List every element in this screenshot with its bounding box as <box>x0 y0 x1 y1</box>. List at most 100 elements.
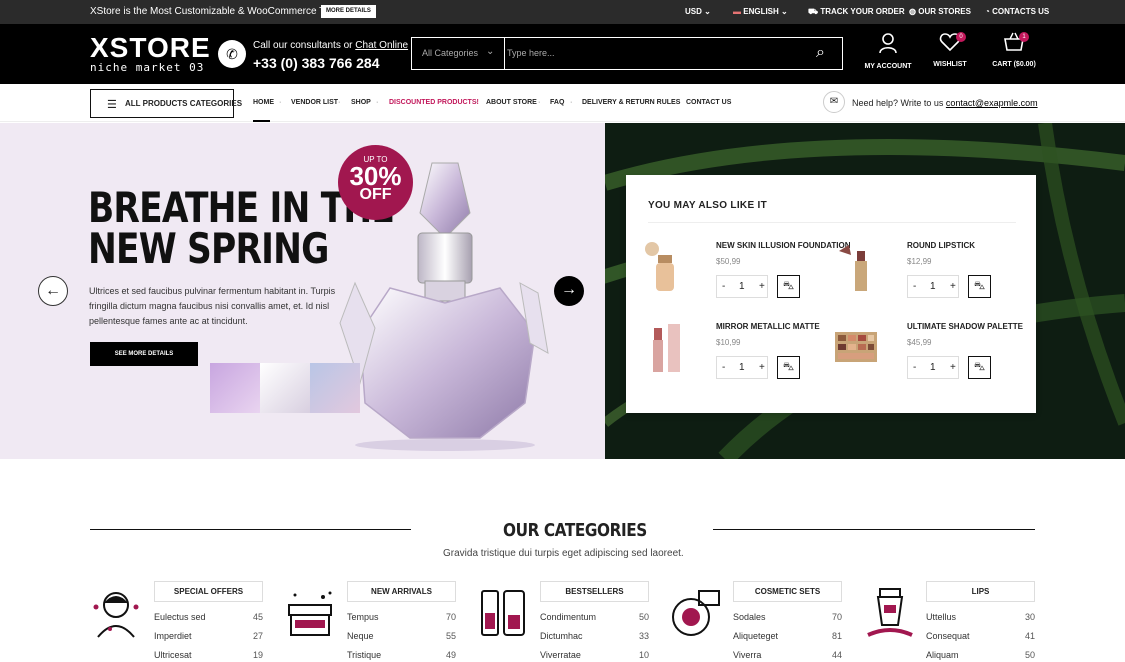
quantity-value[interactable]: 1 <box>930 281 936 292</box>
nav-about-store[interactable]: ABOUT STORE <box>486 99 537 106</box>
category-item-count: 55 <box>445 631 456 641</box>
category-pill[interactable]: COSMETIC SETS <box>733 581 842 602</box>
quantity-stepper: - 1 + <box>716 275 768 298</box>
nav-contact-us[interactable]: CONTACT US <box>686 99 731 106</box>
add-to-cart-button[interactable]: ⛍ <box>968 356 991 379</box>
nav-faq[interactable]: FAQ <box>550 99 564 106</box>
basket-icon: ⛍ <box>973 280 986 292</box>
category-item[interactable]: Consequat 41 <box>926 631 1035 641</box>
product-price: $50,99 <box>716 257 741 266</box>
more-details-button[interactable]: MORE DETAILS <box>321 5 376 18</box>
lipstick-matte-image[interactable] <box>644 322 686 377</box>
category-item[interactable]: Imperdiet 27 <box>154 631 263 641</box>
cream-jar-icon <box>288 591 332 636</box>
category-item[interactable]: Viverra 44 <box>733 650 842 660</box>
track-order-label: TRACK YOUR ORDER <box>820 7 905 16</box>
chevron-down-icon[interactable]: ⌄ <box>486 46 494 57</box>
search-icon[interactable]: ⌕ <box>816 44 825 62</box>
my-account-button[interactable]: MY ACCOUNT <box>858 32 918 70</box>
nav-home[interactable]: HOME <box>253 99 274 106</box>
category-item-label: Condimentum <box>540 612 597 622</box>
product-name[interactable]: MIRROR METALLIC MATTE <box>716 322 820 331</box>
quantity-value[interactable]: 1 <box>739 281 745 292</box>
chat-online-link[interactable]: Chat Online <box>355 40 408 51</box>
category-pill[interactable]: NEW ARRIVALS <box>347 581 456 602</box>
add-to-cart-button[interactable]: ⛍ <box>968 275 991 298</box>
phone-number[interactable]: +33 (0) 383 766 284 <box>253 55 380 71</box>
category-item-label: Aliquam <box>926 650 959 660</box>
nav-discounted-products[interactable]: DISCOUNTED PRODUCTS! <box>389 99 479 106</box>
category-item[interactable]: Uttellus 30 <box>926 612 1035 622</box>
hero-headline-line2: NEW SPRING <box>88 224 329 273</box>
contacts-link[interactable]: ◔ CONTACTS US <box>985 7 1049 16</box>
phone-icon: ✆ <box>218 40 246 68</box>
minus-button[interactable]: - <box>722 281 725 292</box>
nav-separator: · <box>475 99 478 106</box>
slide-thumbnail[interactable] <box>310 363 360 413</box>
search-category-select[interactable]: All Categories <box>422 48 478 58</box>
nav-vendor-list[interactable]: VENDOR LIST <box>291 99 338 106</box>
hero-slider: BREATHE IN THE NEW SPRING UP TO 30% OFF … <box>0 123 605 459</box>
foundation-image[interactable] <box>644 241 686 296</box>
category-pill[interactable]: BESTSELLERS <box>540 581 649 602</box>
wishlist-button[interactable]: WISHLIST <box>920 32 980 68</box>
category-item[interactable]: Viverratae 10 <box>540 650 649 660</box>
see-more-details-button[interactable]: SEE MORE DETAILS <box>90 342 198 366</box>
plus-button[interactable]: + <box>759 281 765 292</box>
language-selector[interactable]: ▬ ENGLISH ⌄ <box>733 7 788 16</box>
category-pill[interactable]: LIPS <box>926 581 1035 602</box>
category-item[interactable]: Eulectus sed 45 <box>154 612 263 622</box>
nav-separator: · <box>376 99 379 106</box>
add-to-cart-button[interactable]: ⛍ <box>777 356 800 379</box>
add-to-cart-button[interactable]: ⛍ <box>777 275 800 298</box>
nav-shop[interactable]: SHOP <box>351 99 371 106</box>
minus-button[interactable]: - <box>913 281 916 292</box>
search-input[interactable] <box>507 41 807 65</box>
plus-button[interactable]: + <box>950 362 956 373</box>
logo[interactable]: XSTORE <box>90 34 211 62</box>
nav-delivery-return[interactable]: DELIVERY & RETURN RULES <box>582 99 680 106</box>
category-pill[interactable]: SPECIAL OFFERS <box>154 581 263 602</box>
category-item[interactable]: Aliqueteget 81 <box>733 631 842 641</box>
heart-icon <box>920 32 980 57</box>
product-name[interactable]: ROUND LIPSTICK <box>907 241 975 250</box>
our-stores-link[interactable]: ◍ OUR STORES <box>909 7 971 16</box>
category-item[interactable]: Ultricesat 19 <box>154 650 263 660</box>
category-item[interactable]: Aliquam 50 <box>926 650 1035 660</box>
slide-thumbnail[interactable] <box>260 363 310 413</box>
slider-prev-arrow-icon[interactable]: ← <box>38 276 68 306</box>
category-item-count: 41 <box>1024 631 1035 641</box>
category-item[interactable]: Dictumhac 33 <box>540 631 649 641</box>
category-item[interactable]: Sodales 70 <box>733 612 842 622</box>
category-item[interactable]: Tempus 70 <box>347 612 456 622</box>
cart-button[interactable]: CART ($0.00) <box>984 32 1044 68</box>
category-item[interactable]: Tristique 49 <box>347 650 456 660</box>
wishlist-label: WISHLIST <box>933 61 967 68</box>
my-account-label: MY ACCOUNT <box>864 63 912 70</box>
cart-label: CART ($0.00) <box>992 61 1036 68</box>
all-categories-button[interactable]: ☰ ALL PRODUCTS CATEGORIES <box>90 89 242 118</box>
category-item[interactable]: Neque 55 <box>347 631 456 641</box>
minus-button[interactable]: - <box>722 362 725 373</box>
lipstick-image[interactable] <box>835 241 877 296</box>
category-item-label: Sodales <box>733 612 766 622</box>
help-email-link[interactable]: contact@exapmle.com <box>946 98 1038 108</box>
woman-face-icon <box>93 592 139 638</box>
plus-button[interactable]: + <box>759 362 765 373</box>
mail-icon: ✉ <box>823 91 845 113</box>
track-order-link[interactable]: ⛟ TRACK YOUR ORDER <box>808 7 905 17</box>
product-card: ULTIMATE SHADOW PALETTE $45,99 - 1 + ⛍ <box>817 322 1023 397</box>
product-card: NEW SKIN ILLUSION FOUNDATION $50,99 -1 + … <box>626 241 851 316</box>
shadow-palette-image[interactable] <box>835 322 877 377</box>
minus-button[interactable]: - <box>913 362 916 373</box>
slide-thumbnail[interactable] <box>210 363 260 413</box>
user-icon <box>858 32 918 59</box>
quantity-value[interactable]: 1 <box>739 362 745 373</box>
plus-button[interactable]: + <box>950 281 956 292</box>
search-bar: All Categories ⌄ ⌕ <box>411 37 843 70</box>
slider-next-arrow-icon[interactable]: → <box>554 276 584 306</box>
category-item[interactable]: Condimentum 50 <box>540 612 649 622</box>
quantity-value[interactable]: 1 <box>930 362 936 373</box>
product-name[interactable]: ULTIMATE SHADOW PALETTE <box>907 322 1023 331</box>
currency-selector[interactable]: USD ⌄ <box>685 7 711 16</box>
